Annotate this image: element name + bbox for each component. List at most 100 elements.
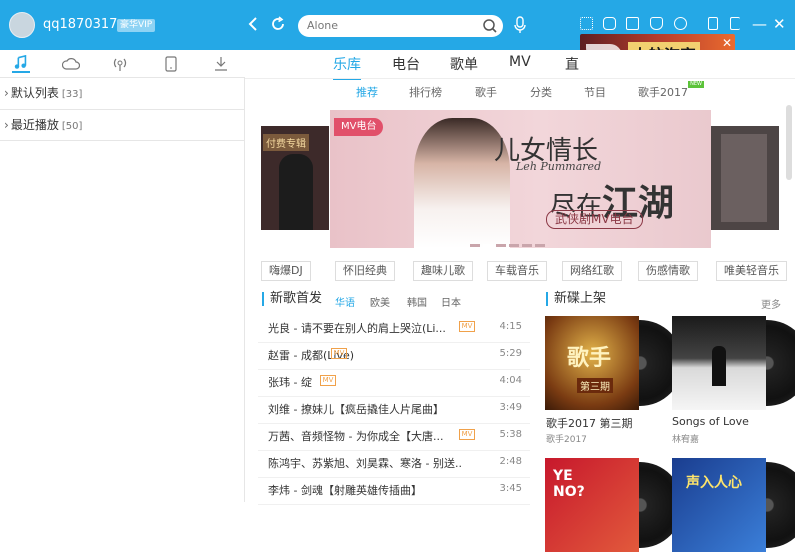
album-artist[interactable]: 歌手2017 xyxy=(546,432,587,445)
table-row[interactable]: 李炜 - 剑魂【射雕英雄传插曲】 3:45 xyxy=(258,478,530,505)
tag-classic[interactable]: 怀旧经典 xyxy=(335,261,395,281)
subtab-singer2017-label: 歌手2017 xyxy=(638,86,688,99)
tag-light[interactable]: 唯美轻音乐 xyxy=(716,261,787,281)
carousel-dot[interactable] xyxy=(496,244,506,247)
song-title[interactable]: 李炜 - 剑魂【射雕英雄传插曲】 xyxy=(268,482,422,498)
song-title[interactable]: 陈鸿宇、苏紫旭、刘昊霖、寒洛 - 别送... xyxy=(268,455,463,471)
album-card[interactable]: 声入人心 xyxy=(672,458,795,552)
search-icon[interactable] xyxy=(482,18,498,34)
tab-library[interactable]: 乐库 xyxy=(333,54,361,80)
refresh-button[interactable] xyxy=(268,14,288,34)
carousel-dots xyxy=(470,236,548,248)
poster-art xyxy=(721,134,767,222)
more-link[interactable]: 更多 xyxy=(761,296,781,311)
carousel-dot[interactable] xyxy=(522,244,532,247)
close-icon[interactable]: ✕ xyxy=(722,36,732,50)
banner-main[interactable]: MV电台 儿女情长 Leh Pummared 尽在江湖 武侠剧MV电台 xyxy=(330,110,711,248)
subtab-singers[interactable]: 歌手 xyxy=(475,84,497,100)
playlist-recent[interactable]: › 最近播放 [50] xyxy=(0,110,244,140)
tag-dj[interactable]: 嗨爆DJ xyxy=(261,261,311,281)
table-row[interactable]: 赵雷 - 成都(Live) MV 5:29 xyxy=(258,343,530,370)
song-duration: 3:49 xyxy=(499,402,522,413)
radio-icon[interactable] xyxy=(111,55,129,73)
banner-subtitle: 武侠剧MV电台 xyxy=(546,210,643,229)
album-card[interactable]: 歌手 第三期 xyxy=(545,316,683,410)
album-card[interactable] xyxy=(672,316,795,410)
song-title[interactable]: 张玮 - 绽 xyxy=(268,374,312,390)
subtab-programs[interactable]: 节目 xyxy=(584,84,606,100)
tab-radio[interactable]: 电台 xyxy=(392,54,420,74)
subtab-recommend[interactable]: 推荐 xyxy=(356,84,378,100)
mail-icon[interactable] xyxy=(626,17,639,30)
skin-icon[interactable] xyxy=(650,17,663,30)
tag-kids[interactable]: 趣味儿歌 xyxy=(413,261,473,281)
search-input[interactable]: Alone xyxy=(298,15,503,37)
close-button[interactable]: ✕ xyxy=(773,14,786,34)
mv-badge[interactable]: MV xyxy=(320,375,336,386)
avatar[interactable] xyxy=(9,12,35,38)
lang-chinese[interactable]: 华语 xyxy=(335,294,355,309)
mv-badge[interactable]: MV xyxy=(459,429,475,440)
download-icon[interactable] xyxy=(212,55,230,73)
carousel-dot[interactable] xyxy=(509,244,519,247)
lang-japanese[interactable]: 日本 xyxy=(441,294,461,309)
song-title[interactable]: 刘维 - 撩妹儿【疯岳撬佳人片尾曲】 xyxy=(268,401,444,417)
song-duration: 4:15 xyxy=(499,321,522,332)
album-title[interactable]: 歌手2017 第三期 xyxy=(546,415,633,431)
song-duration: 5:38 xyxy=(499,429,522,440)
sub-tabs: 推荐 排行榜 歌手 分类 节目 歌手2017 NEW xyxy=(245,78,795,100)
scrollbar[interactable] xyxy=(786,105,792,180)
carousel-dot[interactable] xyxy=(483,244,493,247)
tab-playlists[interactable]: 歌单 xyxy=(450,54,478,74)
playlist-panel: › 默认列表 [33] › 最近播放 [50] xyxy=(0,78,245,502)
banner-prev[interactable]: 付费专辑 xyxy=(261,126,329,230)
subtab-categories[interactable]: 分类 xyxy=(530,84,552,100)
tab-live[interactable]: 直 xyxy=(565,54,579,74)
album-artist[interactable]: 林宥嘉 xyxy=(672,432,699,445)
tab-mv[interactable]: MV xyxy=(509,54,531,70)
mini-mode-icon[interactable] xyxy=(708,17,718,30)
playlist-label: 最近播放 xyxy=(10,118,59,132)
minimize-button[interactable]: — xyxy=(752,14,767,34)
carousel-dot[interactable] xyxy=(535,244,545,247)
album-cover-sub: 第三期 xyxy=(577,378,613,393)
lang-korean[interactable]: 韩国 xyxy=(407,294,427,309)
carousel-dot[interactable] xyxy=(470,244,480,247)
album-card[interactable]: YE NO? xyxy=(545,458,683,552)
tag-internet[interactable]: 网络红歌 xyxy=(562,261,622,281)
subtab-singer2017[interactable]: 歌手2017 NEW xyxy=(638,81,704,100)
album-cover-text: 歌手 xyxy=(567,346,612,371)
playlist-default[interactable]: › 默认列表 [33] xyxy=(0,78,244,108)
gear-icon[interactable] xyxy=(674,17,687,30)
banner-next[interactable] xyxy=(711,126,779,230)
album-title[interactable]: Songs of Love xyxy=(672,415,749,428)
table-row[interactable]: 张玮 - 绽 MV 4:04 xyxy=(258,370,530,397)
cloud-icon[interactable] xyxy=(62,55,80,73)
game-icon[interactable] xyxy=(603,17,616,30)
mv-badge[interactable]: MV xyxy=(459,321,475,332)
playlist-label: 默认列表 xyxy=(10,86,59,100)
mv-radio-tag: MV电台 xyxy=(334,118,384,136)
grid-icon[interactable] xyxy=(580,17,593,30)
song-duration: 2:48 xyxy=(499,456,522,467)
table-row[interactable]: 陈鸿宇、苏紫旭、刘昊霖、寒洛 - 别送... 2:48 xyxy=(258,451,530,478)
lyrics-icon[interactable] xyxy=(730,17,740,30)
song-title[interactable]: 光良 - 请不要在别人的肩上哭泣(Li... xyxy=(268,320,446,336)
table-row[interactable]: 光良 - 请不要在别人的肩上哭泣(Li... MV 4:15 xyxy=(258,316,530,343)
lang-western[interactable]: 欧美 xyxy=(370,294,390,309)
subtab-charts[interactable]: 排行榜 xyxy=(409,84,442,100)
table-row[interactable]: 刘维 - 撩妹儿【疯岳撬佳人片尾曲】 3:49 xyxy=(258,397,530,424)
tag-car[interactable]: 车载音乐 xyxy=(487,261,547,281)
song-title[interactable]: 万茜、音频怪物 - 为你成全【大唐... xyxy=(268,428,443,444)
voice-search-icon[interactable] xyxy=(512,16,528,34)
music-note-icon[interactable] xyxy=(12,55,30,73)
device-icon[interactable] xyxy=(162,55,180,73)
refresh-icon xyxy=(272,16,284,30)
back-button[interactable] xyxy=(244,14,264,34)
playlist-count: [33] xyxy=(61,89,83,100)
mv-badge[interactable]: MV xyxy=(331,348,347,359)
tag-sad[interactable]: 伤感情歌 xyxy=(638,261,698,281)
singer-figure xyxy=(279,154,313,230)
table-row[interactable]: 万茜、音频怪物 - 为你成全【大唐... MV 5:38 xyxy=(258,424,530,451)
new-albums-title: 新碟上架 xyxy=(546,292,606,306)
